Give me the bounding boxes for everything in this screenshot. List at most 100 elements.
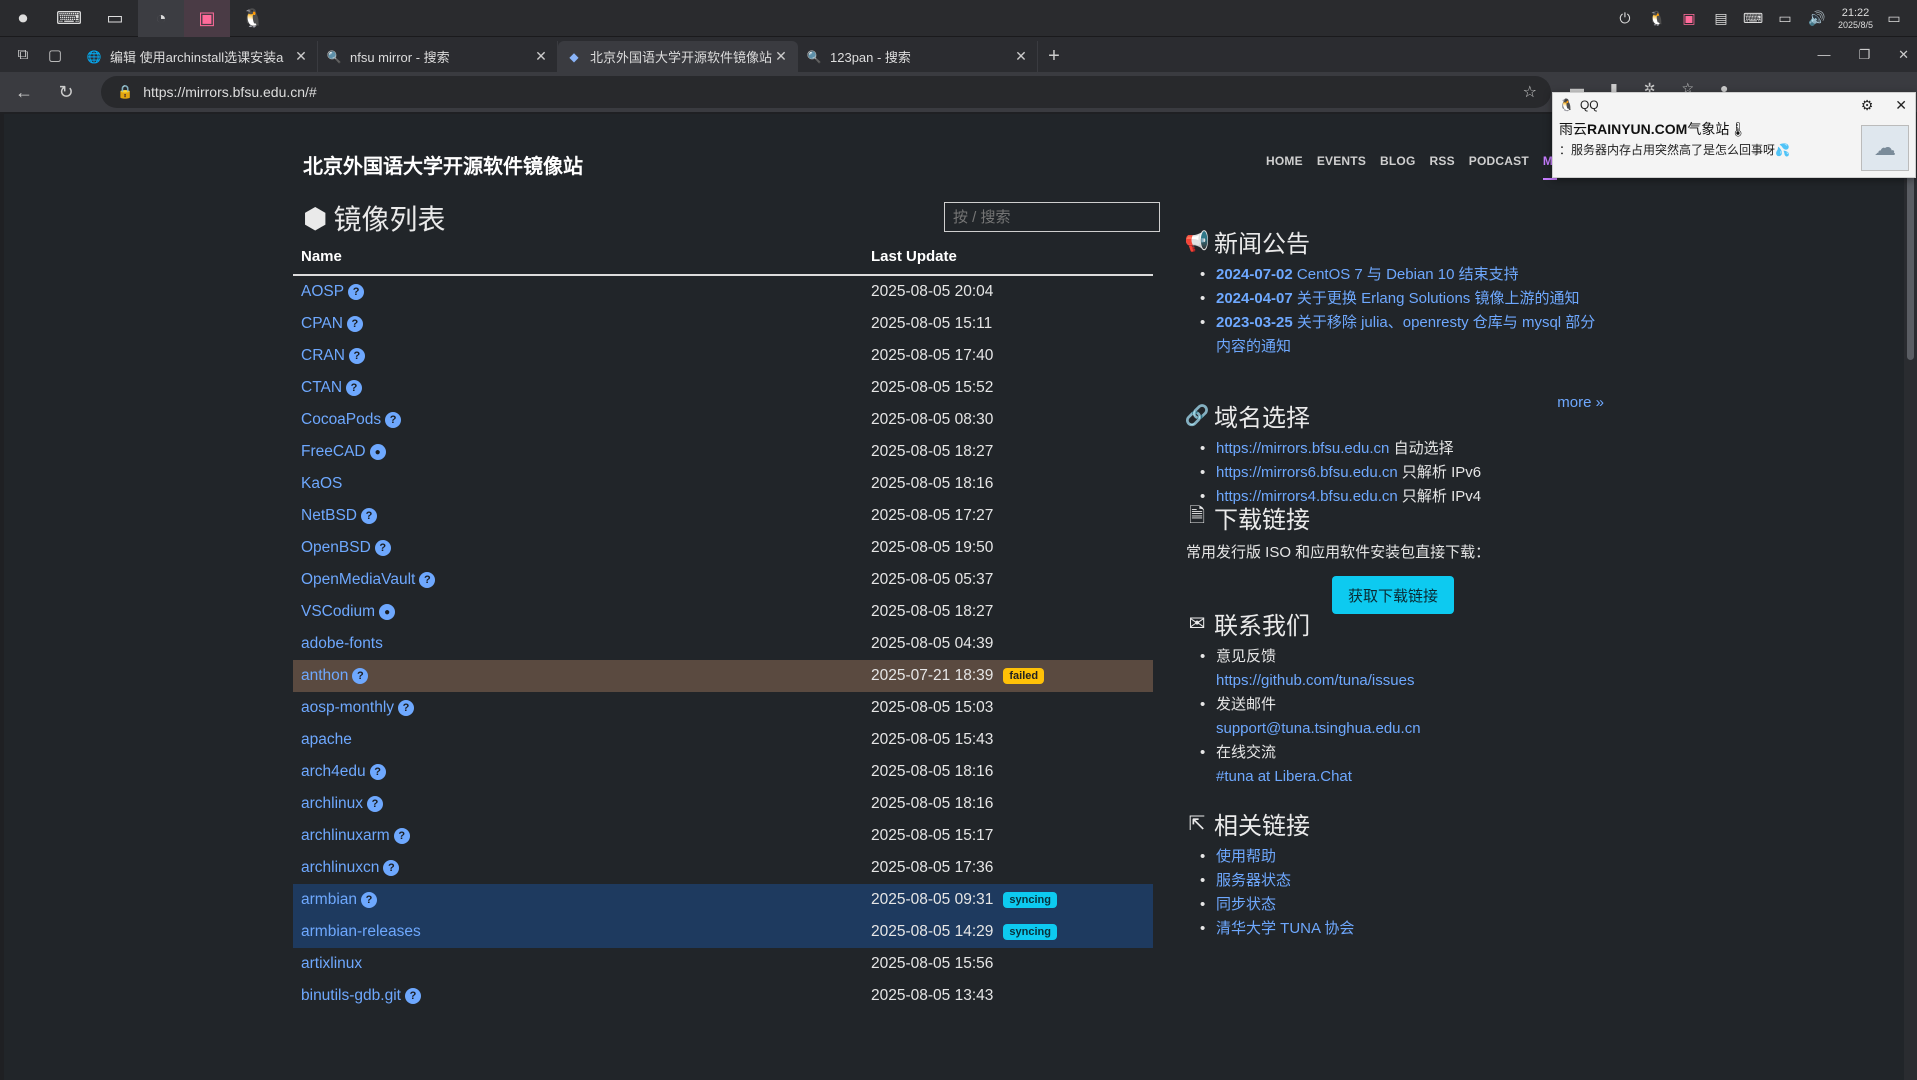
related-link[interactable]: 清华大学 TUNA 协会 [1216, 920, 1354, 937]
mirror-link[interactable]: CocoaPods [301, 411, 381, 429]
nav-podcast[interactable]: PODCAST [1469, 154, 1529, 180]
tab-bfsu-mirror[interactable]: ◆ 北京外国语大学开源软件镜像站 ✕ [558, 41, 798, 72]
restore-icon[interactable]: ❐ [1858, 47, 1870, 63]
mirror-link[interactable]: aosp-monthly [301, 699, 394, 717]
address-bar[interactable]: 🔒 https://mirrors.bfsu.edu.cn/# ☆ [101, 76, 1551, 108]
domain-link[interactable]: https://mirrors6.bfsu.edu.cn [1216, 464, 1398, 481]
bilibili-icon[interactable]: ▣ [184, 0, 230, 37]
mirror-link[interactable]: FreeCAD [301, 443, 366, 461]
mirror-link[interactable]: apache [301, 731, 352, 749]
close-icon[interactable]: ✕ [533, 48, 549, 65]
help-icon[interactable]: ? [383, 860, 400, 876]
clipboard-icon[interactable]: ▤ [1710, 8, 1732, 30]
mirror-link[interactable]: AOSP [301, 283, 344, 301]
close-icon[interactable]: ✕ [773, 48, 789, 65]
minimize-icon[interactable]: — [1817, 47, 1830, 62]
help-icon[interactable]: ? [346, 316, 363, 332]
refresh-icon[interactable]: ↻ [48, 76, 84, 108]
keyboard-icon[interactable]: ⌨ [1742, 8, 1764, 30]
qq-icon[interactable]: 🐧 [230, 0, 276, 37]
mirror-link[interactable]: OpenMediaVault [301, 571, 415, 589]
mirror-link[interactable]: adobe-fonts [301, 635, 383, 653]
popup-close-icon[interactable]: ✕ [1895, 97, 1907, 114]
nav-rss[interactable]: RSS [1430, 154, 1455, 180]
window-icon[interactable]: ▭ [92, 0, 138, 37]
settings-gear-icon[interactable]: ⚙ [1861, 97, 1874, 114]
help-icon[interactable]: ? [348, 348, 365, 364]
help-icon[interactable]: ? [398, 700, 415, 716]
terminal-icon[interactable]: ⌨ [46, 0, 92, 37]
help-icon[interactable]: ? [374, 540, 391, 556]
help-icon[interactable]: ? [385, 412, 402, 428]
mirror-link[interactable]: armbian-releases [301, 923, 421, 941]
news-item[interactable]: 2024-04-07 关于更换 Erlang Solutions 镜像上游的通知 [1184, 287, 1604, 311]
contact-link[interactable]: #tuna at Libera.Chat [1216, 768, 1352, 785]
tab-actions-icon[interactable]: ▢ [46, 46, 64, 64]
workspaces-icon[interactable]: ⧉ [14, 46, 32, 64]
browser-icon[interactable]: ◔ [138, 0, 184, 37]
mirror-link[interactable]: VSCodium [301, 603, 375, 621]
tab-123pan-search[interactable]: 🔍 123pan - 搜索 ✕ [798, 41, 1038, 72]
close-icon[interactable]: ✕ [1013, 48, 1029, 65]
mirror-link[interactable]: artixlinux [301, 955, 362, 973]
close-icon[interactable]: ✕ [293, 48, 309, 65]
mirror-link[interactable]: binutils-gdb.git [301, 987, 401, 1005]
back-icon[interactable]: ← [6, 76, 42, 108]
mirror-link[interactable]: archlinuxcn [301, 859, 379, 877]
nav-events[interactable]: EVENTS [1317, 154, 1366, 180]
tab-nfsu-search[interactable]: 🔍 nfsu mirror - 搜索 ✕ [318, 41, 558, 72]
mirror-link[interactable]: CRAN [301, 347, 345, 365]
qq-notification-popup[interactable]: 🐧 QQ ⚙ ✕ 雨云RAINYUN.COM气象站🌡 ：服务器内存占用突然高了是… [1552, 92, 1916, 178]
mirror-link[interactable]: KaOS [301, 475, 342, 493]
mirror-link[interactable]: OpenBSD [301, 539, 371, 557]
clock[interactable]: 21:22 2025/8/5 [1838, 7, 1873, 31]
help-icon[interactable]: ? [348, 284, 365, 300]
volume-icon[interactable]: 🔊 [1806, 8, 1828, 30]
favorite-star-icon[interactable]: ☆ [1523, 82, 1537, 102]
new-tab-button[interactable]: + [1038, 41, 1070, 72]
mirror-link[interactable]: NetBSD [301, 507, 357, 525]
help-icon[interactable]: ? [367, 796, 384, 812]
tab-archinstall[interactable]: 🌐 编辑 使用archinstall选课安装a ✕ [78, 41, 318, 72]
help-icon[interactable]: ? [352, 668, 369, 684]
github-icon[interactable]: ● [379, 604, 396, 620]
notification-icon[interactable]: ▭ [1883, 8, 1905, 30]
mirror-link[interactable]: arch4edu [301, 763, 366, 781]
help-icon[interactable]: ? [361, 892, 377, 908]
mirror-link[interactable]: armbian [301, 891, 357, 909]
site-title[interactable]: 北京外国语大学开源软件镜像站 [303, 150, 583, 179]
page-scrollbar[interactable] [1904, 112, 1917, 1080]
related-link[interactable]: 服务器状态 [1216, 872, 1291, 889]
mirror-link[interactable]: archlinuxarm [301, 827, 390, 845]
mirror-link[interactable]: CTAN [301, 379, 342, 397]
mirror-search-input[interactable] [944, 202, 1160, 232]
mirror-link[interactable]: archlinux [301, 795, 363, 813]
news-item[interactable]: 2023-03-25 关于移除 julia、openresty 仓库与 mysq… [1184, 311, 1604, 359]
record-icon[interactable]: ⏺ [0, 0, 46, 37]
help-icon[interactable]: ? [419, 572, 436, 588]
help-icon[interactable]: ? [393, 828, 410, 844]
scrollbar-thumb[interactable] [1907, 150, 1914, 360]
github-icon[interactable]: ● [369, 444, 386, 460]
display-icon[interactable]: ▭ [1774, 8, 1796, 30]
nav-home[interactable]: HOME [1266, 154, 1303, 180]
domain-link[interactable]: https://mirrors.bfsu.edu.cn [1216, 440, 1389, 457]
help-icon[interactable]: ? [404, 988, 421, 1004]
help-icon[interactable]: ? [346, 380, 363, 396]
col-name-header[interactable]: Name [293, 248, 863, 265]
help-icon[interactable]: ? [361, 508, 377, 524]
related-link[interactable]: 使用帮助 [1216, 848, 1276, 865]
bilibili-tray-icon[interactable]: ▣ [1678, 8, 1700, 30]
nav-blog[interactable]: BLOG [1380, 154, 1415, 180]
lock-icon[interactable]: 🔒 [117, 84, 133, 100]
contact-link[interactable]: https://github.com/tuna/issues [1216, 672, 1414, 689]
power-icon[interactable]: ⏻ [1614, 8, 1636, 30]
help-icon[interactable]: ? [369, 764, 386, 780]
contact-link[interactable]: support@tuna.tsinghua.edu.cn [1216, 720, 1421, 737]
mirror-link[interactable]: anthon [301, 667, 348, 685]
related-link[interactable]: 同步状态 [1216, 896, 1276, 913]
qq-tray-icon[interactable]: 🐧 [1646, 8, 1668, 30]
news-item[interactable]: 2024-07-02 CentOS 7 与 Debian 10 结束支持 [1184, 263, 1604, 287]
window-close-icon[interactable]: ✕ [1898, 47, 1909, 63]
col-update-header[interactable]: Last Update [863, 248, 1153, 265]
